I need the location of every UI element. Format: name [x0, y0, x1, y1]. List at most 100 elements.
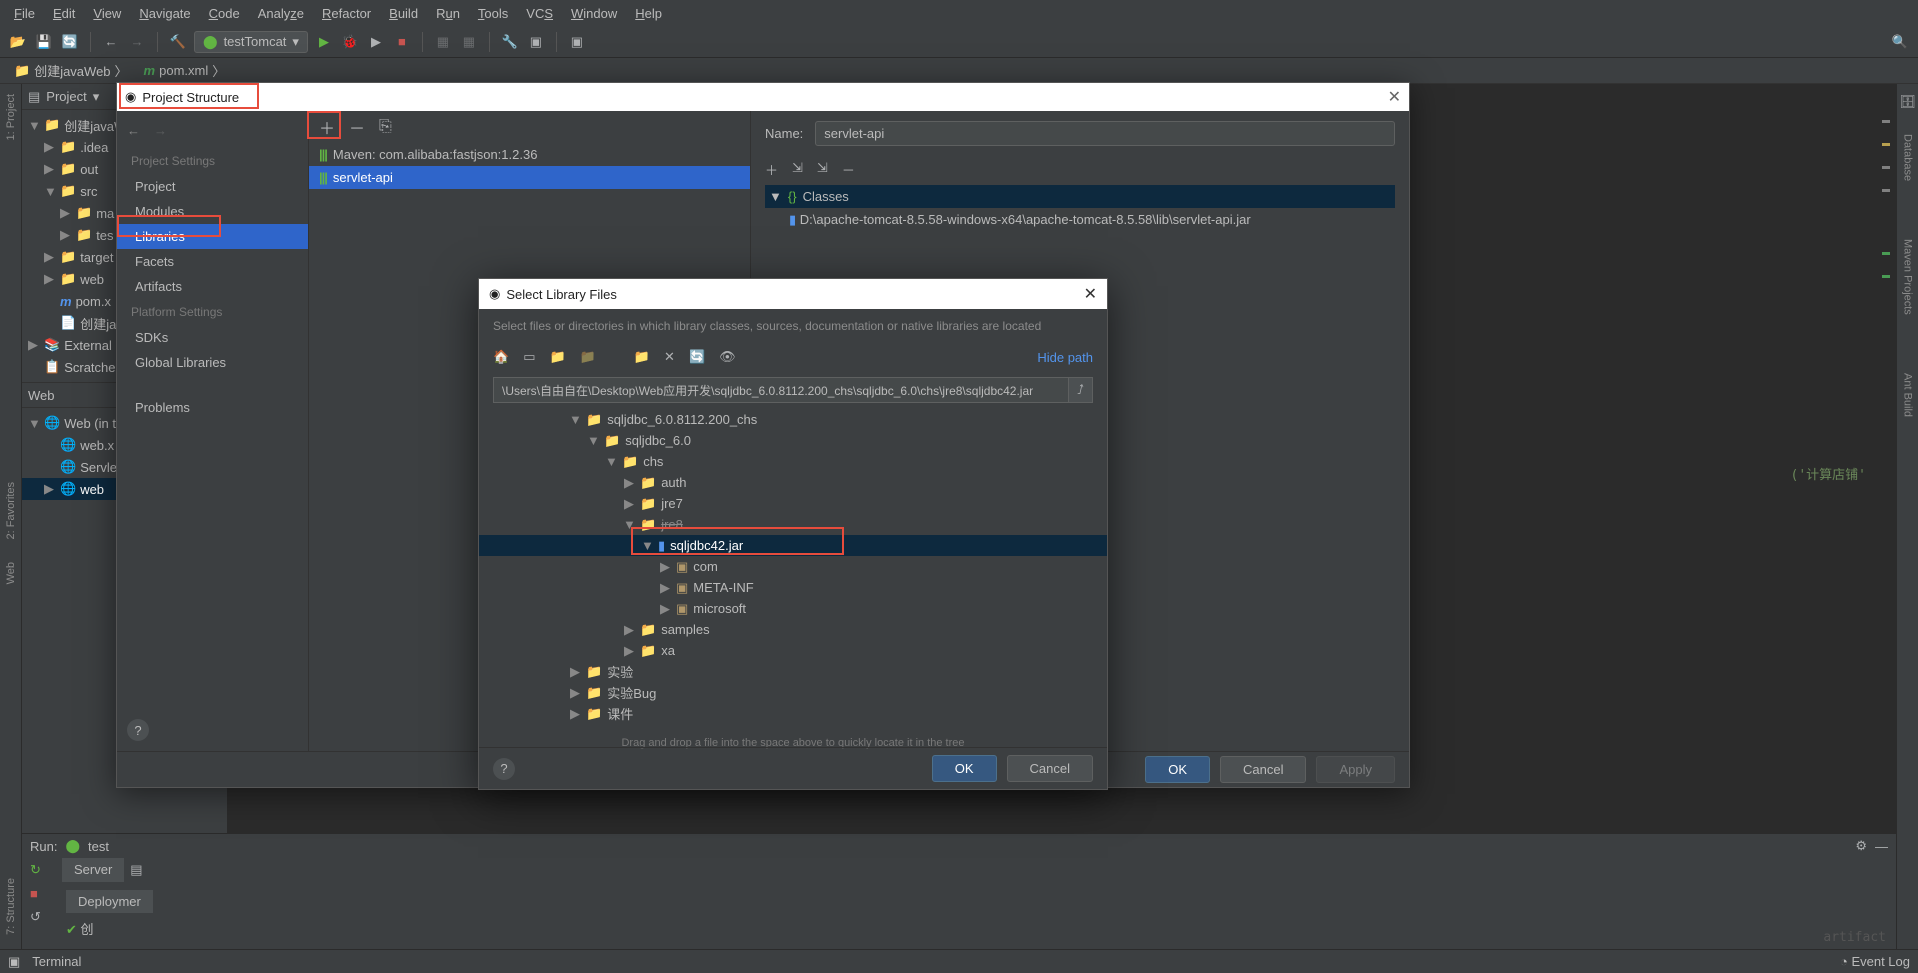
- forward-icon[interactable]: →: [154, 123, 167, 138]
- save-icon[interactable]: 💾: [34, 32, 54, 52]
- crumb-root[interactable]: 📁 创建javaWeb 〉: [8, 59, 134, 82]
- menu-vcs[interactable]: VCS: [518, 3, 561, 24]
- restart-icon[interactable]: ↺: [30, 909, 41, 925]
- menu-window[interactable]: Window: [563, 3, 625, 24]
- nav-project[interactable]: Project: [117, 174, 308, 199]
- stop-icon[interactable]: ■: [30, 886, 41, 901]
- dropdown-icon[interactable]: ▾: [93, 89, 100, 105]
- database-icon[interactable]: 🗄: [1899, 94, 1916, 110]
- show-hidden-icon[interactable]: 👁: [719, 349, 736, 365]
- ok-button[interactable]: OK: [1145, 756, 1210, 783]
- coverage-icon[interactable]: ▶: [366, 32, 386, 52]
- menu-tools[interactable]: Tools: [470, 3, 516, 24]
- close-icon[interactable]: ✕: [1388, 87, 1401, 107]
- tool-structure[interactable]: 7: Structure: [5, 874, 17, 939]
- add-icon[interactable]: ＋: [319, 115, 335, 139]
- history-icon[interactable]: ⭜: [1069, 377, 1093, 403]
- tab-server[interactable]: Server: [62, 858, 124, 882]
- jar-path[interactable]: ▮ D:\apache-tomcat-8.5.58-windows-x64\ap…: [765, 208, 1395, 232]
- open-icon[interactable]: 📂: [8, 32, 28, 52]
- run-config-selector[interactable]: ⬤ testTomcat ▾: [194, 31, 308, 53]
- file-tree-item[interactable]: ▶📁xa: [479, 640, 1107, 661]
- file-tree-item[interactable]: ▶📁jre7: [479, 493, 1107, 514]
- stop-icon[interactable]: ■: [392, 32, 412, 52]
- hide-path-link[interactable]: Hide path: [1037, 350, 1093, 365]
- file-tree-item[interactable]: ▼📁chs: [479, 451, 1107, 472]
- lib-item[interactable]: |||Maven: com.alibaba:fastjson:1.2.36: [309, 143, 750, 166]
- cancel-button[interactable]: Cancel: [1220, 756, 1306, 783]
- profiler2-icon[interactable]: ▦: [459, 32, 479, 52]
- menu-navigate[interactable]: Navigate: [131, 3, 198, 24]
- nav-facets[interactable]: Facets: [117, 249, 308, 274]
- vcs-icon[interactable]: ▣: [567, 32, 587, 52]
- file-tree-item[interactable]: ▶📁auth: [479, 472, 1107, 493]
- file-tree-item[interactable]: ▼📁jre8: [479, 514, 1107, 535]
- tab-deployment[interactable]: Deploymer: [66, 890, 153, 913]
- menu-view[interactable]: View: [85, 3, 129, 24]
- crumb-file[interactable]: m pom.xml 〉: [138, 59, 232, 82]
- forward-icon[interactable]: →: [127, 32, 147, 52]
- structure-icon[interactable]: ▣: [526, 32, 546, 52]
- ok-button[interactable]: OK: [932, 755, 997, 782]
- menu-refactor[interactable]: Refactor: [314, 3, 379, 24]
- cancel-button[interactable]: Cancel: [1007, 755, 1093, 782]
- add-icon[interactable]: ＋: [765, 160, 778, 179]
- file-tree-item[interactable]: ▼📁sqljdbc_6.0: [479, 430, 1107, 451]
- lib-item-selected[interactable]: |||servlet-api: [309, 166, 750, 189]
- nav-libraries[interactable]: Libraries: [117, 224, 308, 249]
- file-tree-item[interactable]: ▼▮sqljdbc42.jar: [479, 535, 1107, 556]
- name-input[interactable]: [815, 121, 1395, 146]
- add-maven-icon[interactable]: ⇲: [817, 160, 828, 179]
- refresh-icon[interactable]: 🔄: [689, 349, 705, 365]
- new-folder-icon[interactable]: 📁: [634, 349, 650, 365]
- tool-database[interactable]: Database: [1902, 130, 1914, 185]
- menu-build[interactable]: Build: [381, 3, 426, 24]
- status-icon[interactable]: ▣: [8, 954, 20, 970]
- file-tree-item[interactable]: ▶📁课件: [479, 703, 1107, 724]
- nav-sdks[interactable]: SDKs: [117, 325, 308, 350]
- nav-modules[interactable]: Modules: [117, 199, 308, 224]
- gear-icon[interactable]: ⚙: [1855, 838, 1867, 854]
- nav-problems[interactable]: Problems: [117, 395, 308, 420]
- run-icon[interactable]: ▶: [314, 32, 334, 52]
- profiler-icon[interactable]: ▦: [433, 32, 453, 52]
- file-tree-item[interactable]: ▶▣microsoft: [479, 598, 1107, 619]
- debug-icon[interactable]: 🐞: [340, 32, 360, 52]
- tool-web[interactable]: Web: [5, 558, 17, 588]
- help-icon[interactable]: ?: [127, 719, 149, 741]
- menu-edit[interactable]: Edit: [45, 3, 83, 24]
- tool-maven[interactable]: Maven Projects: [1902, 235, 1914, 319]
- file-tree[interactable]: ▼📁sqljdbc_6.0.8112.200_chs▼📁sqljdbc_6.0▼…: [479, 409, 1107, 735]
- menu-help[interactable]: Help: [627, 3, 670, 24]
- file-tree-item[interactable]: ▶📁实验Bug: [479, 682, 1107, 703]
- search-icon[interactable]: 🔍: [1890, 32, 1910, 52]
- menu-file[interactable]: File: [6, 3, 43, 24]
- file-tree-item[interactable]: ▶▣com: [479, 556, 1107, 577]
- file-tree-item[interactable]: ▶📁实验: [479, 661, 1107, 682]
- sync-icon[interactable]: 🔄: [60, 32, 80, 52]
- remove-icon[interactable]: －: [349, 115, 365, 139]
- terminal-button[interactable]: Terminal: [32, 954, 81, 969]
- delete-icon[interactable]: ✕: [664, 349, 675, 365]
- file-tree-item[interactable]: ▼📁sqljdbc_6.0.8112.200_chs: [479, 409, 1107, 430]
- project-icon[interactable]: 📁: [549, 349, 565, 365]
- rerun-icon[interactable]: ↻: [30, 862, 41, 878]
- nav-artifacts[interactable]: Artifacts: [117, 274, 308, 299]
- add-url-icon[interactable]: ⇲: [792, 160, 803, 179]
- minimize-icon[interactable]: —: [1875, 839, 1888, 854]
- tool-ant[interactable]: Ant Build: [1902, 369, 1914, 421]
- help-icon[interactable]: ?: [493, 758, 515, 780]
- remove-icon[interactable]: －: [842, 160, 855, 179]
- desktop-icon[interactable]: ▭: [523, 349, 535, 365]
- path-input[interactable]: [493, 377, 1069, 403]
- expand-icon[interactable]: ▼: [769, 189, 782, 204]
- nav-global-libs[interactable]: Global Libraries: [117, 350, 308, 375]
- back-icon[interactable]: ←: [127, 123, 140, 138]
- classes-node[interactable]: ▼ {} Classes: [765, 185, 1395, 208]
- apply-button[interactable]: Apply: [1316, 756, 1395, 783]
- copy-icon[interactable]: ⎘: [379, 118, 392, 136]
- menu-analyze[interactable]: Analyze: [250, 3, 312, 24]
- menu-code[interactable]: Code: [201, 3, 248, 24]
- tool-favorites[interactable]: 2: Favorites: [5, 478, 17, 543]
- file-tree-item[interactable]: ▶📁samples: [479, 619, 1107, 640]
